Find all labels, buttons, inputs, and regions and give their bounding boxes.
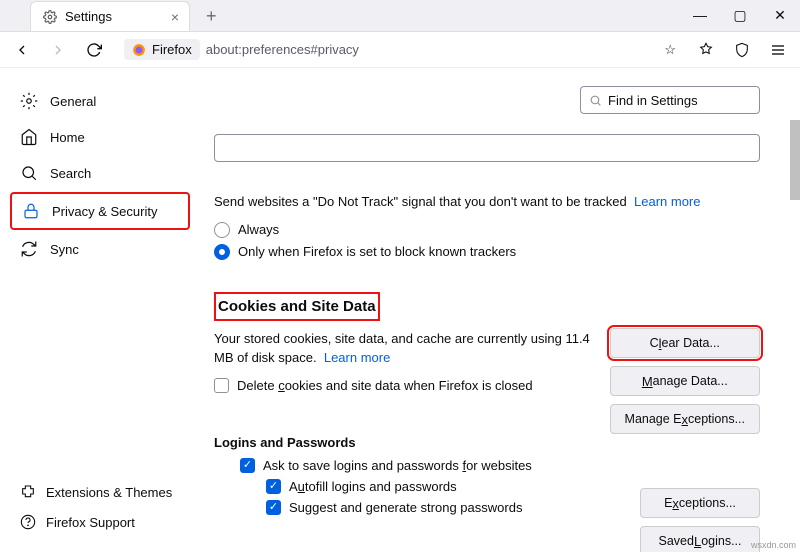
checkbox-icon: ✓ <box>266 500 281 515</box>
dnt-learn-more[interactable]: Learn more <box>634 194 700 209</box>
maximize-button[interactable]: ▢ <box>720 0 760 31</box>
home-icon <box>20 128 38 146</box>
menu-button[interactable] <box>764 36 792 64</box>
shield-icon[interactable] <box>728 36 756 64</box>
radio-icon <box>214 222 230 238</box>
checkbox-label: Ask to save logins and passwords for web… <box>263 458 532 473</box>
toolbar: Firefox about:preferences#privacy ☆ <box>0 32 800 68</box>
support-link[interactable]: Firefox Support <box>10 508 190 536</box>
tab-title: Settings <box>65 9 112 24</box>
radio-icon <box>214 244 230 260</box>
search-placeholder: Find in Settings <box>608 93 698 108</box>
minimize-button[interactable]: — <box>680 0 720 31</box>
checkbox-icon <box>214 378 229 393</box>
login-exceptions-button[interactable]: Exceptions... <box>640 488 760 518</box>
browser-tab[interactable]: Settings × <box>30 1 190 31</box>
sidebar-item-general[interactable]: General <box>10 84 190 118</box>
checkbox-label: Autofill logins and passwords <box>289 479 457 494</box>
puzzle-icon <box>20 484 36 500</box>
sidebar-item-label: Sync <box>50 242 79 257</box>
identity-label: Firefox <box>152 42 192 57</box>
clear-data-button[interactable]: Clear Data... <box>610 328 760 358</box>
sidebar-item-label: Home <box>50 130 85 145</box>
sidebar: General Home Search Privacy & Security S… <box>0 68 200 552</box>
footer-label: Extensions & Themes <box>46 485 172 500</box>
dnt-section: Send websites a "Do Not Track" signal th… <box>214 192 760 260</box>
back-button[interactable] <box>8 36 36 64</box>
firefox-icon <box>132 43 146 57</box>
cookies-desc: Your stored cookies, site data, and cach… <box>214 331 590 366</box>
sidebar-item-home[interactable]: Home <box>10 120 190 154</box>
saved-logins-button[interactable]: Saved Logins... <box>640 526 760 552</box>
sync-icon <box>20 240 38 258</box>
new-tab-button[interactable]: + <box>198 2 225 31</box>
sidebar-item-label: Privacy & Security <box>52 204 157 219</box>
cookies-learn-more[interactable]: Learn more <box>324 350 390 365</box>
ask-save-checkbox[interactable]: ✓ Ask to save logins and passwords for we… <box>240 458 760 473</box>
login-buttons: Exceptions... Saved Logins... <box>640 488 760 552</box>
close-icon[interactable]: × <box>171 9 179 25</box>
settings-search[interactable]: Find in Settings <box>580 86 760 114</box>
checkbox-icon: ✓ <box>240 458 255 473</box>
window-controls: — ▢ ✕ <box>680 0 800 31</box>
url-text: about:preferences#privacy <box>206 42 659 57</box>
cookie-buttons: Clear Data... Manage Data... Manage Exce… <box>610 328 760 434</box>
titlebar: Settings × + — ▢ ✕ <box>0 0 800 32</box>
cookies-heading: Cookies and Site Data <box>214 292 380 321</box>
manage-exceptions-button[interactable]: Manage Exceptions... <box>610 404 760 434</box>
scrollbar[interactable] <box>790 120 800 200</box>
sidebar-item-label: Search <box>50 166 91 181</box>
checkbox-label: Delete cookies and site data when Firefo… <box>237 378 533 393</box>
checkbox-icon: ✓ <box>266 479 281 494</box>
logins-heading: Logins and Passwords <box>214 435 760 450</box>
reload-button[interactable] <box>80 36 108 64</box>
main-panel: Find in Settings Send websites a "Do Not… <box>200 68 800 552</box>
url-bar[interactable]: Firefox about:preferences#privacy ☆ <box>116 36 684 64</box>
sidebar-item-privacy[interactable]: Privacy & Security <box>10 192 190 230</box>
footer-label: Firefox Support <box>46 515 135 530</box>
pocket-button[interactable] <box>692 36 720 64</box>
gear-icon <box>20 92 38 110</box>
close-window-button[interactable]: ✕ <box>760 0 800 31</box>
dnt-always-radio[interactable]: Always <box>214 222 760 238</box>
sidebar-item-search[interactable]: Search <box>10 156 190 190</box>
gear-icon <box>43 10 57 24</box>
checkbox-label: Suggest and generate strong passwords <box>289 500 522 515</box>
dnt-text: Send websites a "Do Not Track" signal th… <box>214 194 627 209</box>
radio-label: Always <box>238 222 279 237</box>
watermark: wsxdn.com <box>751 540 796 550</box>
search-icon <box>20 164 38 182</box>
radio-label: Only when Firefox is set to block known … <box>238 244 516 259</box>
site-identity[interactable]: Firefox <box>124 39 200 60</box>
help-icon <box>20 514 36 530</box>
extensions-link[interactable]: Extensions & Themes <box>10 478 190 506</box>
manage-data-button[interactable]: Manage Data... <box>610 366 760 396</box>
previous-section-box <box>214 134 760 162</box>
bookmark-star-icon[interactable]: ☆ <box>664 42 676 58</box>
sidebar-item-label: General <box>50 94 96 109</box>
content: General Home Search Privacy & Security S… <box>0 68 800 552</box>
dnt-blocking-radio[interactable]: Only when Firefox is set to block known … <box>214 244 760 260</box>
search-icon <box>589 94 602 107</box>
forward-button[interactable] <box>44 36 72 64</box>
lock-icon <box>22 202 40 220</box>
sidebar-item-sync[interactable]: Sync <box>10 232 190 266</box>
